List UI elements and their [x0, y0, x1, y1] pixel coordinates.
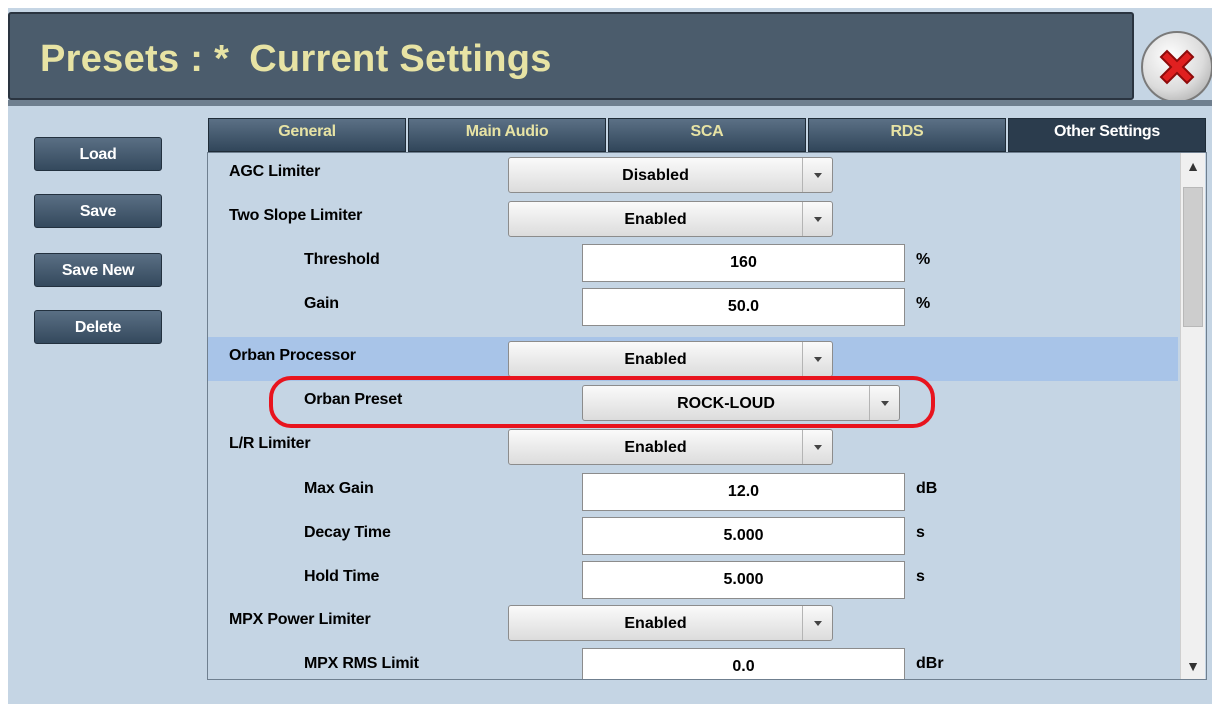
setting-row-two-slope-limiter: Two Slope Limiter Enabled: [208, 197, 1178, 241]
setting-label: Threshold: [304, 251, 380, 268]
scroll-down-icon[interactable]: ▼: [1181, 653, 1205, 679]
setting-label: Decay Time: [304, 524, 391, 541]
orban-processor-dropdown[interactable]: Enabled: [508, 341, 833, 377]
unit-label: %: [916, 295, 931, 312]
setting-row-agc-limiter: AGC Limiter Disabled: [208, 153, 1178, 197]
setting-row-max-gain: Max Gain 12.0 dB: [208, 470, 1178, 514]
unit-label: s: [916, 524, 925, 541]
lr-limiter-dropdown[interactable]: Enabled: [508, 429, 833, 465]
load-button[interactable]: Load: [34, 137, 162, 171]
chevron-down-icon: [802, 158, 832, 192]
chevron-down-icon: [802, 342, 832, 376]
agc-limiter-dropdown[interactable]: Disabled: [508, 157, 833, 193]
setting-row-gain: Gain 50.0 %: [208, 285, 1178, 329]
setting-row-mpx-rms-limit: MPX RMS Limit 0.0 dBr: [208, 645, 1178, 679]
setting-label: Orban Preset: [304, 391, 403, 408]
unit-label: dBr: [916, 655, 944, 672]
mpx-rms-limit-input[interactable]: 0.0: [582, 648, 905, 679]
save-new-button[interactable]: Save New: [34, 253, 162, 287]
setting-label: Orban Processor: [229, 347, 356, 364]
unit-label: s: [916, 568, 925, 585]
chevron-down-icon: [869, 386, 899, 420]
dropdown-value: Enabled: [624, 351, 687, 368]
page-title: Presets : * Current Settings: [40, 38, 552, 81]
close-button[interactable]: [1141, 31, 1212, 103]
two-slope-limiter-dropdown[interactable]: Enabled: [508, 201, 833, 237]
threshold-input[interactable]: 160: [582, 244, 905, 282]
dropdown-value: Enabled: [624, 439, 687, 456]
tab-general[interactable]: General: [208, 118, 406, 152]
title-prefix: Presets : *: [40, 38, 230, 80]
setting-label: AGC Limiter: [229, 163, 321, 180]
setting-row-decay-time: Decay Time 5.000 s: [208, 514, 1178, 558]
setting-label: MPX RMS Limit: [304, 655, 419, 672]
setting-row-lr-limiter: L/R Limiter Enabled: [208, 425, 1178, 469]
scrollbar-thumb[interactable]: [1183, 187, 1203, 327]
title-separator: [8, 100, 1212, 106]
hold-time-input[interactable]: 5.000: [582, 561, 905, 599]
title-bar: Presets : * Current Settings: [8, 12, 1134, 100]
tab-other-settings[interactable]: Other Settings: [1008, 118, 1206, 152]
tab-main-audio[interactable]: Main Audio: [408, 118, 606, 152]
gain-input[interactable]: 50.0: [582, 288, 905, 326]
scroll-up-icon[interactable]: ▲: [1181, 153, 1205, 179]
presets-window: Presets : * Current Settings Load Save Sa…: [8, 8, 1212, 704]
setting-label: Max Gain: [304, 480, 374, 497]
tab-rds[interactable]: RDS: [808, 118, 1006, 152]
setting-row-hold-time: Hold Time 5.000 s: [208, 558, 1178, 602]
settings-panel: AGC Limiter Disabled Two Slope Limiter E…: [207, 152, 1207, 680]
tab-bar: General Main Audio SCA RDS Other Setting…: [208, 118, 1208, 154]
dropdown-value: Enabled: [624, 615, 687, 632]
close-x-icon: [1159, 49, 1195, 85]
setting-row-orban-processor[interactable]: Orban Processor Enabled: [208, 337, 1178, 381]
setting-label: Gain: [304, 295, 339, 312]
mpx-power-limiter-dropdown[interactable]: Enabled: [508, 605, 833, 641]
delete-button[interactable]: Delete: [34, 310, 162, 344]
title-main: Current Settings: [249, 38, 552, 80]
dropdown-value: Disabled: [622, 167, 689, 184]
chevron-down-icon: [802, 202, 832, 236]
setting-row-orban-preset: Orban Preset ROCK-LOUD: [208, 381, 1178, 425]
chevron-down-icon: [802, 430, 832, 464]
dropdown-value: Enabled: [624, 211, 687, 228]
setting-label: Hold Time: [304, 568, 380, 585]
unit-label: dB: [916, 480, 938, 497]
setting-row-mpx-power-limiter: MPX Power Limiter Enabled: [208, 601, 1178, 645]
vertical-scrollbar[interactable]: ▲ ▼: [1180, 153, 1205, 679]
setting-label: MPX Power Limiter: [229, 611, 371, 628]
dropdown-value: ROCK-LOUD: [677, 395, 775, 412]
max-gain-input[interactable]: 12.0: [582, 473, 905, 511]
setting-label: L/R Limiter: [229, 435, 311, 452]
unit-label: %: [916, 251, 931, 268]
setting-label: Two Slope Limiter: [229, 207, 363, 224]
decay-time-input[interactable]: 5.000: [582, 517, 905, 555]
tab-sca[interactable]: SCA: [608, 118, 806, 152]
orban-preset-dropdown[interactable]: ROCK-LOUD: [582, 385, 900, 421]
save-button[interactable]: Save: [34, 194, 162, 228]
setting-row-threshold: Threshold 160 %: [208, 241, 1178, 285]
chevron-down-icon: [802, 606, 832, 640]
